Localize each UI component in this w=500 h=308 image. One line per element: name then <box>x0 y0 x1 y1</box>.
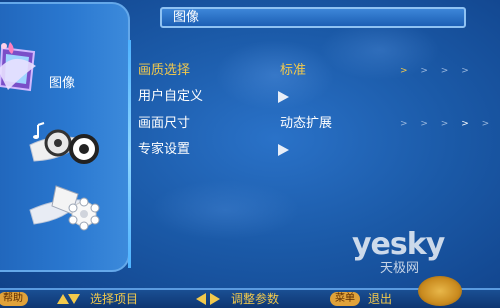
menu-item-label: 用户自定义 <box>138 89 204 104</box>
sound-icon[interactable] <box>24 115 104 167</box>
title-bar: 图像 <box>160 7 466 28</box>
menu-item-label: 专家设置 <box>138 142 191 157</box>
menu-item-expert-settings[interactable]: 专家设置 <box>138 141 478 161</box>
watermark-logo: yesky <box>352 227 445 262</box>
adjust-param-hint: 调整参数 <box>231 292 280 306</box>
menu-item-picture-size[interactable]: 画面尺寸 动态扩展 > > > > > <box>138 115 489 135</box>
right-arrow-icon <box>210 293 220 305</box>
submenu-arrow-icon <box>278 91 289 103</box>
remote-dpad-icon <box>418 276 462 306</box>
submenu-arrow-icon <box>278 144 289 156</box>
down-arrow-icon <box>68 294 80 304</box>
watermark: yesky 天极网 <box>352 228 492 278</box>
picture-icon[interactable] <box>0 40 46 100</box>
select-item-hint: 选择项目 <box>90 292 139 306</box>
panel-divider <box>128 40 131 268</box>
help-key-pill[interactable]: 帮助 <box>0 292 28 306</box>
menu-item-label: 画质选择 <box>138 63 191 78</box>
menu-item-picture-mode[interactable]: 画质选择 标准 > > > > <box>138 62 478 82</box>
exit-hint: 退出 <box>368 292 393 306</box>
menu-item-value: 动态扩展 <box>280 116 333 131</box>
setup-icon[interactable] <box>26 180 104 232</box>
value-scale-indicator: > > > > > <box>400 119 495 129</box>
active-category-label: 图像 <box>49 76 76 91</box>
menu-item-label: 画面尺寸 <box>138 116 191 131</box>
menu-item-user-custom[interactable]: 用户自定义 <box>138 88 478 108</box>
page-title: 图像 <box>173 10 200 25</box>
menu-key-pill[interactable]: 菜单 <box>330 292 360 306</box>
background-glow <box>150 180 300 240</box>
value-scale-indicator: > > > > <box>400 66 474 76</box>
watermark-subtitle: 天极网 <box>380 261 420 276</box>
menu-item-value: 标准 <box>280 63 307 78</box>
left-arrow-icon <box>196 293 206 305</box>
